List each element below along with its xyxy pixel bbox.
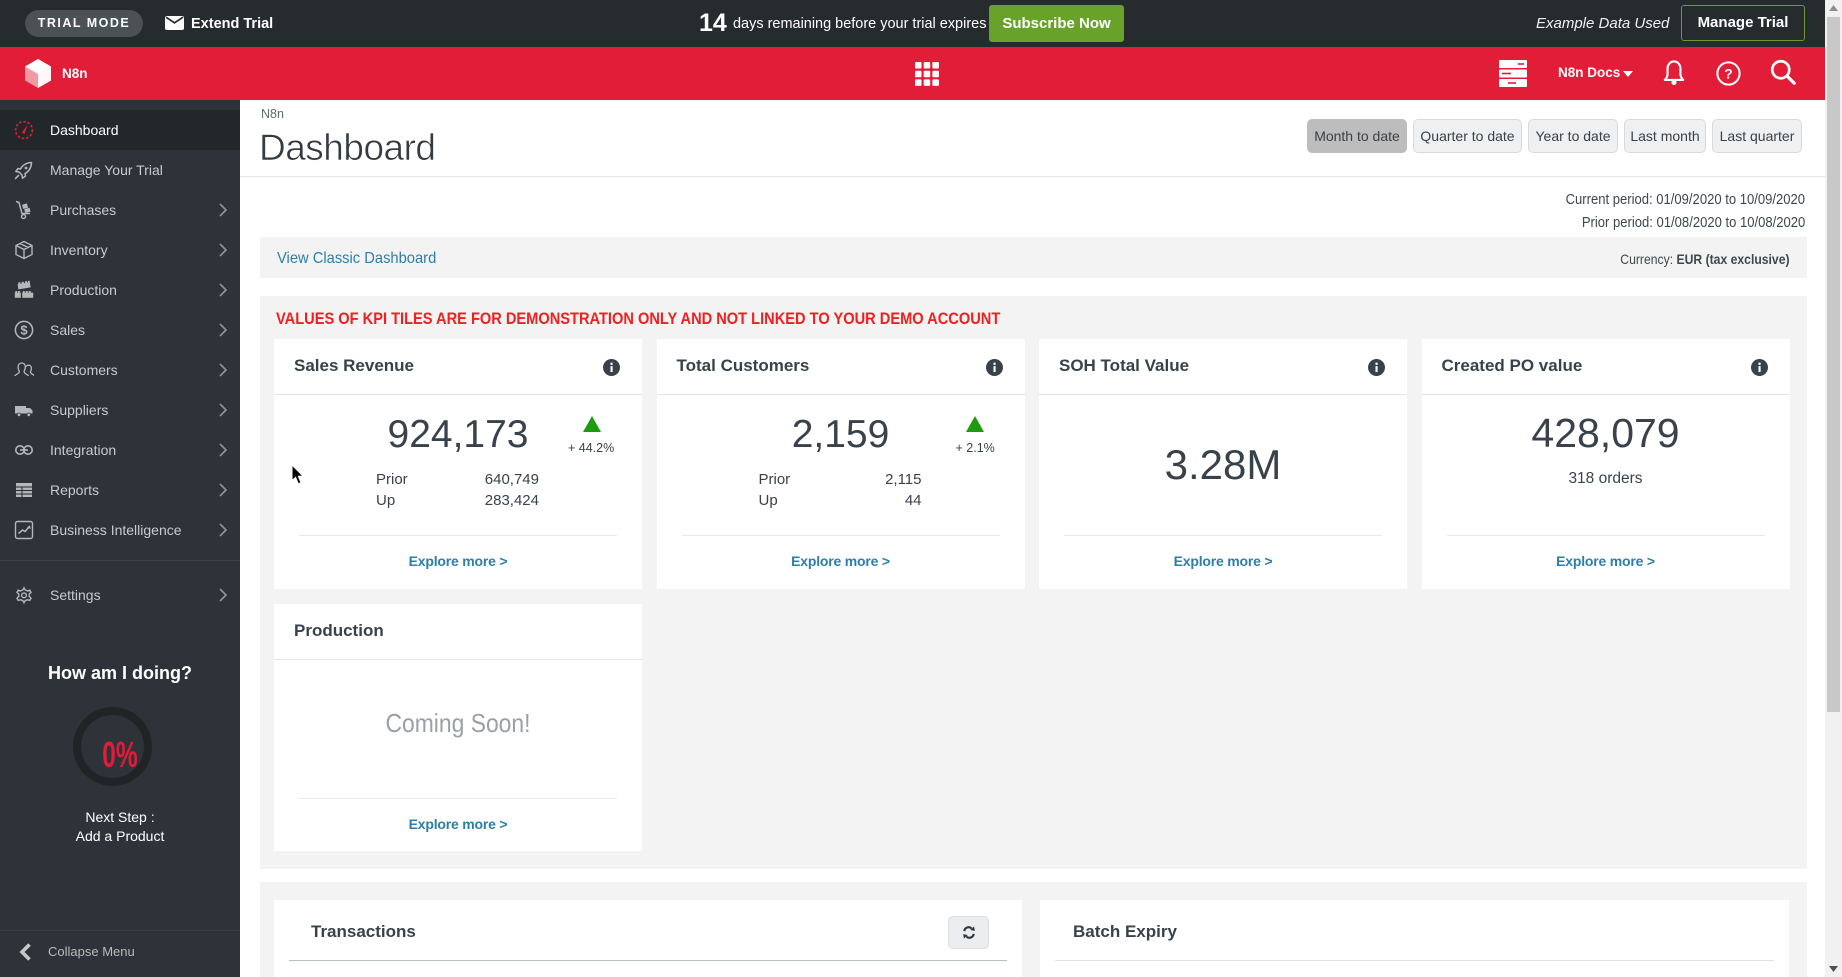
svg-text:$: $ (20, 323, 28, 338)
svg-text:?: ? (1724, 66, 1732, 82)
